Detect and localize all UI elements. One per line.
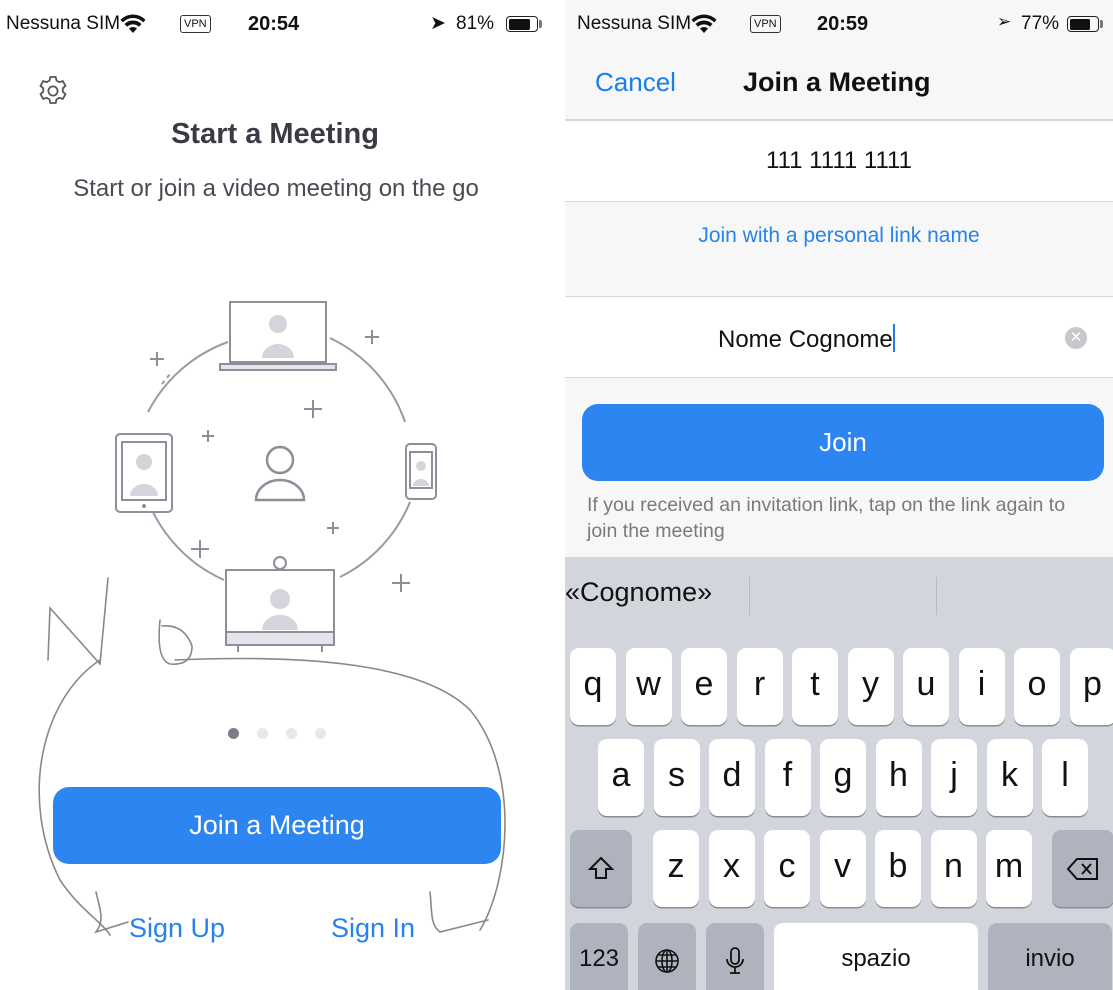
personal-link-button[interactable]: Join with a personal link name (565, 224, 1113, 248)
keyboard: «Cognome» q w e r t y u i o p a s d f g h j k l z x c v b n m 123 s… (565, 557, 1113, 990)
gear-icon[interactable] (36, 74, 70, 108)
suggestion-word[interactable]: «Cognome» (565, 577, 712, 608)
globe-key[interactable] (638, 923, 696, 990)
backspace-key[interactable] (1052, 830, 1113, 907)
status-bar: Nessuna SIM VPN 20:54 ➤ 81% (0, 0, 560, 50)
page-dot-active[interactable] (228, 728, 239, 739)
page-subtitle: Start or join a video meeting on the go (73, 175, 479, 202)
sign-in-link[interactable]: Sign In (331, 913, 415, 944)
key-w[interactable]: w (625, 648, 672, 725)
meeting-illustration (115, 301, 437, 652)
shift-key[interactable] (570, 830, 632, 907)
key-l[interactable]: l (1042, 739, 1088, 816)
key-u[interactable]: u (903, 648, 949, 725)
key-f[interactable]: f (764, 739, 811, 816)
key-v[interactable]: v (819, 830, 866, 907)
name-field[interactable]: Nome Cognome ✕ (565, 296, 1113, 378)
join-meeting-screen: Nessuna SIM VPN 20:59 ➢ 77% Cancel Join … (565, 0, 1113, 990)
key-i[interactable]: i (958, 648, 1005, 725)
key-e[interactable]: e (681, 648, 727, 725)
vpn-badge: VPN (180, 15, 211, 33)
suggestion-bar: «Cognome» (565, 557, 1113, 637)
status-time: 20:54 (248, 13, 300, 35)
page-dot[interactable] (286, 728, 297, 739)
text-caret (892, 324, 895, 352)
key-m[interactable]: m (986, 830, 1032, 907)
globe-icon (655, 949, 679, 973)
battery-icon (506, 16, 538, 32)
suggestion-separator (936, 577, 937, 615)
key-c[interactable]: c (764, 830, 810, 907)
page-title: Start a Meeting (171, 118, 379, 150)
key-n[interactable]: n (930, 830, 977, 907)
location-arrow-icon: ➤ (430, 13, 446, 34)
location-outline-icon: ➢ (997, 12, 1012, 31)
nav-title: Join a Meeting (743, 67, 931, 97)
shift-arrow-icon (587, 856, 615, 879)
key-g[interactable]: g (820, 739, 866, 816)
page-dot[interactable] (257, 728, 268, 739)
key-o[interactable]: o (1014, 648, 1060, 725)
start-meeting-screen: Nessuna SIM VPN 20:54 ➤ 81% Start a Meet… (0, 0, 560, 990)
key-a[interactable]: a (598, 739, 644, 816)
key-r[interactable]: r (736, 648, 783, 725)
battery-icon (1067, 16, 1099, 32)
status-bar: Nessuna SIM VPN 20:59 ➢ 77% (565, 0, 1113, 50)
key-b[interactable]: b (875, 830, 921, 907)
microphone-icon (726, 947, 744, 974)
battery-percent: 81% (456, 13, 495, 34)
battery-tip (539, 20, 542, 28)
join-button[interactable]: Join (582, 404, 1104, 481)
key-p[interactable]: p (1069, 648, 1113, 725)
backspace-icon (1066, 858, 1098, 880)
invitation-hint: If you received an invitation link, tap … (587, 494, 1066, 542)
key-d[interactable]: d (709, 739, 755, 816)
meeting-id-field[interactable]: 111 1111 1111 (565, 120, 1113, 202)
key-t[interactable]: t (792, 648, 838, 725)
carrier-label: Nessuna SIM (577, 13, 692, 34)
vpn-badge: VPN (750, 15, 781, 33)
name-value: Nome Cognome (718, 326, 893, 353)
navigation-bar: Cancel Join a Meeting (565, 50, 1113, 120)
key-s[interactable]: s (653, 739, 700, 816)
key-y[interactable]: y (847, 648, 894, 725)
clear-text-icon[interactable]: ✕ (1065, 327, 1087, 349)
sign-up-link[interactable]: Sign Up (129, 913, 225, 944)
wifi-icon (691, 14, 717, 33)
dictation-key[interactable] (706, 923, 764, 990)
carrier-label: Nessuna SIM (6, 13, 121, 34)
page-dot[interactable] (315, 728, 326, 739)
battery-tip (1100, 20, 1103, 28)
numbers-key[interactable]: 123 (570, 923, 628, 990)
battery-percent: 77% (1021, 13, 1060, 34)
space-key[interactable]: spazio (774, 923, 978, 990)
status-time: 20:59 (817, 13, 869, 35)
wifi-icon (120, 14, 146, 33)
key-h[interactable]: h (875, 739, 922, 816)
key-x[interactable]: x (708, 830, 755, 907)
key-q[interactable]: q (570, 648, 616, 725)
suggestion-separator (749, 577, 750, 615)
return-key[interactable]: invio (988, 923, 1112, 990)
key-z[interactable]: z (653, 830, 699, 907)
cancel-button[interactable]: Cancel (595, 67, 676, 98)
key-k[interactable]: k (986, 739, 1033, 816)
page-indicator[interactable] (228, 726, 344, 744)
join-meeting-button[interactable]: Join a Meeting (53, 787, 501, 864)
key-j[interactable]: j (931, 739, 977, 816)
